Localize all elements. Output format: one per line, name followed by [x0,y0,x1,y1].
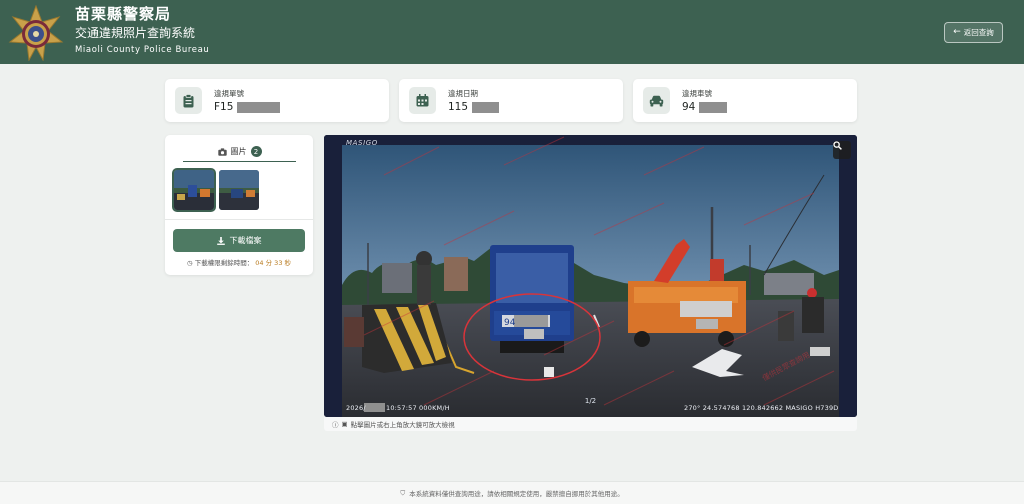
plate-number-text: 94 [682,101,696,113]
redaction-mask [237,101,281,113]
violation-date-text: 115 [448,101,469,113]
download-button-label: 下載檔案 [229,236,262,245]
image-count-badge: 2 [250,146,262,157]
plate-number-label: 違規車號 [682,89,712,98]
osd-gps-info: 270° 24.574768 120.842662 MASIGO H739D [684,404,839,412]
ticket-number-text: F15 [214,101,234,113]
download-file-button[interactable]: 下載檔案 [173,229,305,252]
countdown-label: 下載權限剩餘時間： [194,259,254,267]
clock-icon: ◷ [186,259,193,267]
car-icon [643,87,670,114]
viewer-caption: ⓘ ▣ 點擊圖片或右上角放大鏡可放大檢視 [324,417,857,431]
plate-number-value: 94 [682,101,728,113]
ticket-number-value: F15 [214,101,281,113]
viewer-caption-text: 點擊圖片或右上角放大鏡可放大檢視 [350,421,455,429]
plate-number-card: 違規車號 94 [633,79,857,122]
info-icon: ⓘ [332,421,339,429]
violation-date-value: 115 [448,101,500,113]
osd-date-prefix: 2026/ [346,404,366,412]
english-title: Miaoli County Police Bureau [75,45,210,55]
redaction-mask [472,101,500,113]
page-title: 苗栗縣警察局 [75,5,172,23]
image-gallery-panel: 圖片 2 下載檔案 ◷ 下載權限剩餘時間： 04 分 33 秒 [165,135,313,275]
countdown-time: 04 分 33 秒 [255,259,292,267]
violation-photo[interactable]: 94 僅供民眾查詢用 [324,135,857,417]
zoom-magnifier-button[interactable] [833,141,851,159]
thumbnail-2[interactable] [219,170,259,210]
download-countdown: ◷ 下載權限剩餘時間： 04 分 33 秒 [165,257,313,267]
clipboard-icon [175,87,202,114]
plate-fragment-text: 94 [504,318,516,328]
footer-notice-text: 本系統資料僅供查詢用途，請依相關規定使用，嚴禁擅自挪用於其他用途。 [409,490,624,498]
calendar-icon [409,87,436,114]
tab-images[interactable]: 圖片 2 [183,142,296,162]
thumbnail-1[interactable] [172,168,216,212]
panel-divider [165,219,313,220]
shield-icon: ⛉ [400,488,406,497]
tab-images-label: 圖片 [230,147,247,156]
camera-brand-label: MASIGO [346,139,378,147]
footer-notice: ⛉ 本系統資料僅供查詢用途，請依相關規定使用，嚴禁擅自挪用於其他用途。 [0,481,1024,504]
arrow-left-icon: ← [953,27,961,37]
download-icon [216,236,225,245]
violation-date-card: 違規日期 115 [399,79,623,122]
violation-date-label: 違規日期 [448,89,478,98]
camera-icon [217,147,227,156]
image-icon: ▣ [341,420,348,428]
back-button-label: 返回查詢 [963,28,994,37]
ticket-number-label: 違規單號 [214,89,244,98]
header-bar: 苗栗縣警察局 交通違規照片查詢系統 Miaoli County Police B… [0,0,1024,64]
back-to-search-button[interactable]: ← 返回查詢 [944,22,1003,43]
photo-viewer[interactable]: 94 僅供民眾查詢用 MASIGO 1/2 2026/ 10:57:57 000… [324,135,857,417]
magnifier-icon [833,141,842,150]
osd-time-speed: 10:57:57 000KM/H [386,404,450,412]
police-badge-logo [8,5,64,61]
system-subtitle: 交通違規照片查詢系統 [75,26,196,40]
ticket-number-card: 違規單號 F15 [165,79,389,122]
redaction-mask [699,101,728,113]
